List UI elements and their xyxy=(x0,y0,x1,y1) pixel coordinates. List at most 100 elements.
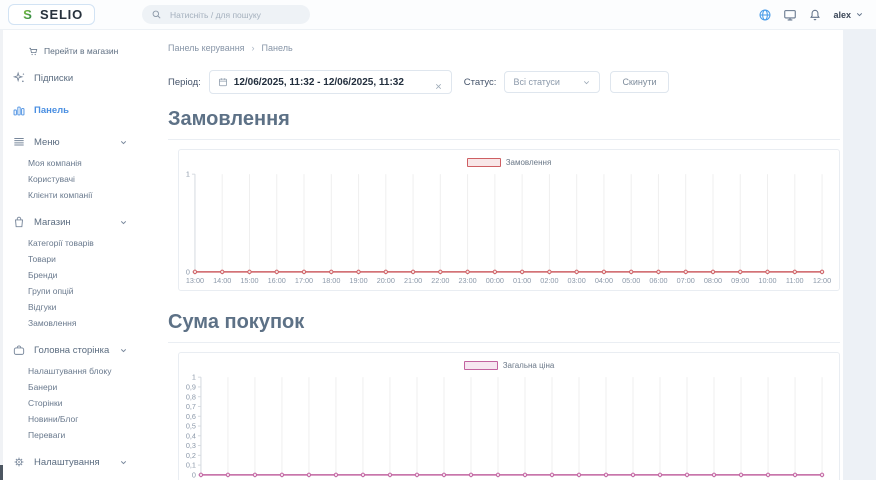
orders-chart-card: Замовлення 13:0014:0015:0016:0017:0018:0… xyxy=(178,149,840,291)
period-range-input[interactable]: 12/06/2025, 11:32 - 12/06/2025, 11:32 xyxy=(209,70,452,94)
reset-button[interactable]: Скинути xyxy=(610,71,668,93)
sidebar-subitem[interactable]: Переваги xyxy=(0,427,140,443)
sidebar-subitem[interactable]: Новини/Блог xyxy=(0,411,140,427)
sidebar-scrollbar-track xyxy=(0,30,3,480)
status-value: Всі статуси xyxy=(513,77,582,87)
logo-icon: S xyxy=(20,7,35,22)
svg-text:19:00: 19:00 xyxy=(349,276,367,285)
sidebar-subitem[interactable]: Категорії товарів xyxy=(0,235,140,251)
clear-period-icon[interactable] xyxy=(434,78,443,87)
sidebar-subitem[interactable]: Групи опцій xyxy=(0,283,140,299)
svg-text:17:00: 17:00 xyxy=(295,276,313,285)
calendar-icon xyxy=(218,77,228,87)
orders-section-title: Замовлення xyxy=(168,108,840,140)
sidebar-subitem[interactable]: Бренди xyxy=(0,267,140,283)
sidebar-subitem[interactable]: Налаштування блоку xyxy=(0,363,140,379)
svg-text:23:00: 23:00 xyxy=(459,276,477,285)
svg-text:06:00: 06:00 xyxy=(649,276,667,285)
svg-text:02:00: 02:00 xyxy=(540,276,558,285)
sidebar-subitem[interactable]: Користувачі xyxy=(0,171,140,187)
status-select[interactable]: Всі статуси xyxy=(504,71,600,93)
svg-text:14:00: 14:00 xyxy=(213,276,231,285)
svg-text:20:00: 20:00 xyxy=(377,276,395,285)
period-label: Період: xyxy=(168,77,201,88)
bar-chart-icon xyxy=(12,103,26,117)
svg-text:00:00: 00:00 xyxy=(486,276,504,285)
sidebar-subitem[interactable]: Замовлення xyxy=(0,315,140,331)
nav-group: Головна сторінкаНалаштування блокуБанери… xyxy=(0,337,140,443)
topbar-actions: alex xyxy=(758,8,876,22)
list-icon xyxy=(12,135,26,149)
sidebar-subitem[interactable]: Товари xyxy=(0,251,140,267)
chevron-down-icon xyxy=(119,138,128,147)
sidebar-subitem[interactable]: Відгуки xyxy=(0,299,140,315)
svg-text:12:00: 12:00 xyxy=(813,276,831,285)
sidebar-scrollbar-thumb[interactable] xyxy=(0,465,3,480)
svg-text:0: 0 xyxy=(186,267,190,276)
global-search[interactable] xyxy=(142,5,310,24)
basket-icon xyxy=(12,343,26,357)
sidebar-item-0[interactable]: Підписки xyxy=(0,65,140,91)
purchases-legend-swatch xyxy=(464,361,498,370)
svg-text:0,3: 0,3 xyxy=(186,441,196,450)
sidebar-subitem[interactable]: Моя компанія xyxy=(0,155,140,171)
monitor-icon[interactable] xyxy=(783,8,797,22)
purchases-chart: 13:0014:0015:0016:0017:0018:0019:0020:00… xyxy=(179,371,837,480)
sidebar-item-2[interactable]: Меню xyxy=(0,129,140,155)
sidebar-item-3[interactable]: Магазин xyxy=(0,209,140,235)
sparkle-icon xyxy=(12,71,26,85)
sidebar-item-label: Магазин xyxy=(34,217,71,228)
svg-text:0,6: 0,6 xyxy=(186,412,196,421)
nav-group: Панель xyxy=(0,97,140,123)
svg-text:S: S xyxy=(23,7,32,22)
language-globe-icon[interactable] xyxy=(758,8,772,22)
filters-bar: Період: 12/06/2025, 11:32 - 12/06/2025, … xyxy=(168,70,840,94)
svg-text:0,2: 0,2 xyxy=(186,451,196,460)
nav-group: Налаштування xyxy=(0,449,140,475)
chevron-down-icon xyxy=(855,10,864,19)
main-area: Панель керування › Панель Період: 12/06/… xyxy=(140,30,876,480)
sidebar-item-5[interactable]: Налаштування xyxy=(0,449,140,475)
nav-group: Магазин Категорії товарівТовариБрендиГруп… xyxy=(0,209,140,331)
logo[interactable]: S SELIO xyxy=(8,4,95,25)
go-to-store-link[interactable]: Перейти в магазин xyxy=(28,43,140,59)
sidebar-item-label: Підписки xyxy=(34,73,73,84)
svg-text:11:00: 11:00 xyxy=(786,276,804,285)
sidebar: Перейти в магазин Підписки Панель МенюМоя … xyxy=(0,30,140,480)
sidebar-item-1[interactable]: Панель xyxy=(0,97,140,123)
svg-text:0,9: 0,9 xyxy=(186,383,196,392)
orders-legend[interactable]: Замовлення xyxy=(179,150,839,167)
sidebar-subitem[interactable]: Банери xyxy=(0,379,140,395)
bell-icon[interactable] xyxy=(808,8,822,22)
svg-text:21:00: 21:00 xyxy=(404,276,422,285)
svg-text:01:00: 01:00 xyxy=(513,276,531,285)
svg-text:0,1: 0,1 xyxy=(186,461,196,470)
content-panel: Панель керування › Панель Період: 12/06/… xyxy=(140,30,843,480)
svg-text:22:00: 22:00 xyxy=(431,276,449,285)
svg-text:1: 1 xyxy=(186,170,190,179)
svg-text:0,7: 0,7 xyxy=(186,402,196,411)
status-label: Статус: xyxy=(464,77,497,88)
svg-text:15:00: 15:00 xyxy=(240,276,258,285)
nav-group: МенюМоя компаніяКористувачіКлієнти компа… xyxy=(0,129,140,203)
chevron-down-icon xyxy=(582,78,591,87)
sidebar-subitem[interactable]: Клієнти компанії xyxy=(0,187,140,203)
sidebar-item-label: Панель xyxy=(34,105,69,116)
svg-text:07:00: 07:00 xyxy=(677,276,695,285)
purchases-chart-card: Загальна ціна 13:0014:0015:0016:0017:001… xyxy=(178,352,840,480)
search-icon xyxy=(151,9,162,20)
sidebar-item-4[interactable]: Головна сторінка xyxy=(0,337,140,363)
orders-legend-label: Замовлення xyxy=(506,158,552,167)
topbar: S SELIO alex xyxy=(0,0,876,30)
breadcrumb-dashboard[interactable]: Панель керування xyxy=(168,43,245,53)
purchases-section-title: Сума покупок xyxy=(168,311,840,343)
chevron-down-icon xyxy=(119,346,128,355)
user-menu[interactable]: alex xyxy=(833,10,864,20)
svg-text:04:00: 04:00 xyxy=(595,276,613,285)
sidebar-subitem[interactable]: Сторінки xyxy=(0,395,140,411)
nav-group: Підписки xyxy=(0,65,140,91)
search-input[interactable] xyxy=(168,9,301,21)
shopping-bag-icon xyxy=(12,215,26,229)
svg-text:13:00: 13:00 xyxy=(186,276,204,285)
purchases-legend[interactable]: Загальна ціна xyxy=(179,353,839,370)
